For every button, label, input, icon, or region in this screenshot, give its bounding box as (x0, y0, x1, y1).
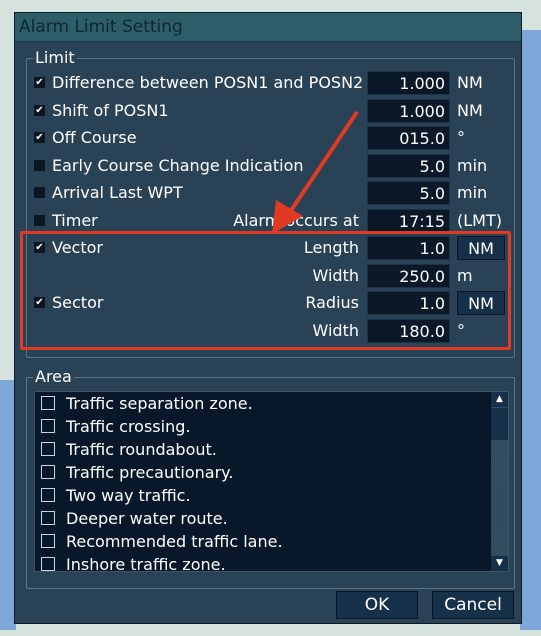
annotation-arrow-icon (272, 110, 359, 234)
